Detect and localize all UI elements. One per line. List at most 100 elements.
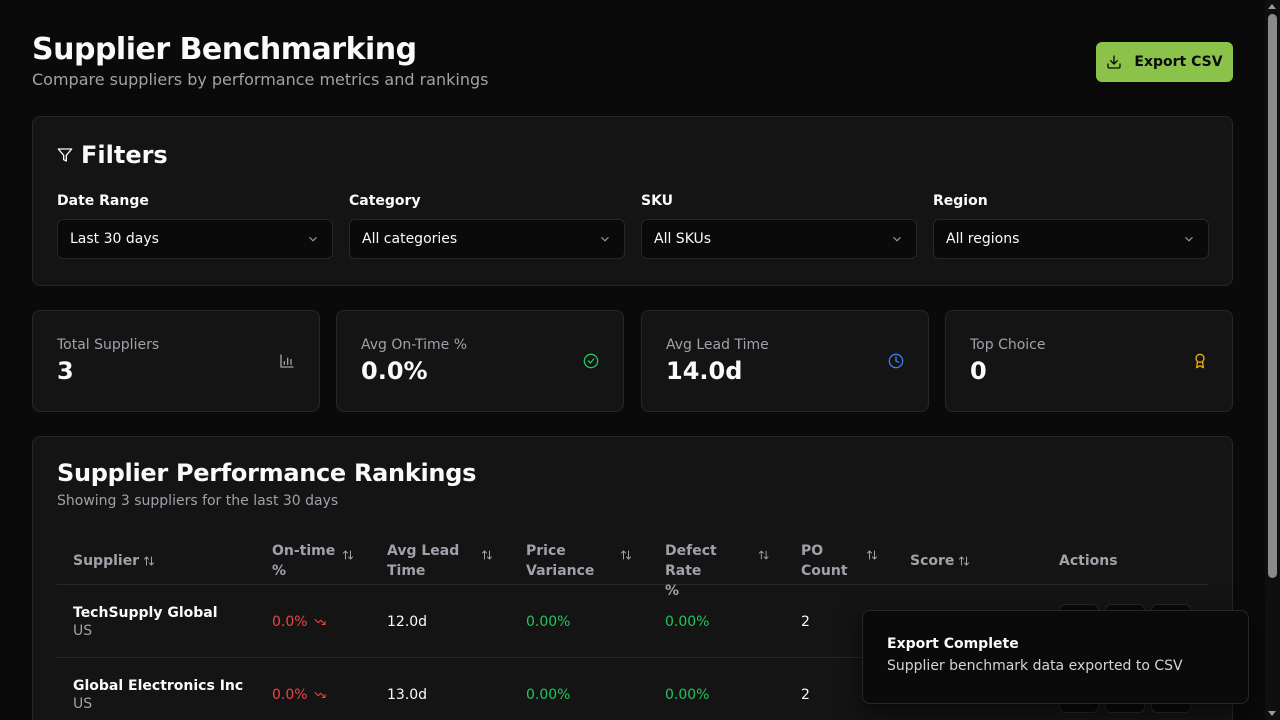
stat-value: 0.0% — [361, 357, 428, 385]
date-range-label: Date Range — [57, 193, 149, 209]
sort-icon — [867, 550, 877, 560]
chevron-down-icon — [309, 236, 317, 242]
check-circle-icon — [583, 353, 599, 369]
stat-card-avg-on-time: Avg On-Time % 0.0% — [336, 310, 624, 412]
sku-label: SKU — [641, 193, 674, 209]
download-icon — [1107, 55, 1122, 69]
column-lead-line2: Time — [387, 563, 426, 579]
stat-label: Top Choice — [970, 337, 1046, 353]
page-subtitle: Compare suppliers by performance metrics… — [32, 70, 489, 89]
column-supplier-label: Supplier — [73, 553, 140, 569]
stat-label: Total Suppliers — [57, 337, 160, 353]
trending-down-icon — [314, 691, 326, 698]
chevron-down-icon — [601, 236, 609, 242]
sort-icon — [343, 550, 353, 560]
sort-icon — [621, 550, 631, 560]
chevron-down-icon — [893, 236, 901, 242]
supplier-name: TechSupply Global — [73, 604, 218, 621]
stat-label: Avg Lead Time — [666, 337, 769, 353]
region-select[interactable]: All regions — [933, 219, 1209, 259]
column-supplier[interactable]: Supplier — [73, 551, 155, 571]
sku-select[interactable]: All SKUs — [641, 219, 917, 259]
column-po-line2: Count — [801, 563, 848, 579]
toast-title: Export Complete — [887, 636, 1019, 652]
category-select[interactable]: All categories — [349, 219, 625, 259]
po-count-cell: 2 — [801, 613, 810, 630]
category-label: Category — [349, 193, 421, 209]
column-po-count-label: PO Count — [801, 541, 848, 581]
page: Supplier Benchmarking Compare suppliers … — [0, 0, 1280, 720]
filter-icon — [57, 148, 73, 162]
date-range-select[interactable]: Last 30 days — [57, 219, 333, 259]
on-time-cell: 0.0% — [272, 658, 326, 720]
filters-title: Filters — [81, 141, 168, 169]
lead-time-cell: 12.0d — [387, 613, 428, 630]
page-header: Supplier Benchmarking Compare suppliers … — [32, 32, 1233, 92]
column-avg-lead-time[interactable]: Avg Lead Time — [387, 541, 493, 581]
column-actions: Actions — [1059, 551, 1118, 571]
scroll-down-arrow[interactable] — [1268, 711, 1276, 716]
scroll-thumb[interactable] — [1268, 14, 1277, 578]
scroll-up-arrow[interactable] — [1268, 4, 1276, 9]
po-count-cell: 2 — [801, 686, 810, 703]
filters-card: Filters Date Range Last 30 days Category… — [32, 116, 1233, 286]
on-time-value: 0.0% — [272, 686, 308, 703]
sort-icon — [144, 556, 155, 566]
region-value: All regions — [946, 231, 1020, 247]
sku-filter: SKU All SKUs — [641, 193, 917, 259]
on-time-cell: 0.0% — [272, 585, 326, 658]
supplier-region: US — [73, 622, 93, 639]
category-value: All categories — [362, 231, 458, 247]
price-variance-cell: 0.00% — [526, 686, 571, 703]
category-filter: Category All categories — [349, 193, 625, 259]
column-defect-line1: Defect Rate — [665, 543, 717, 579]
column-on-time-line1: On-time — [272, 543, 336, 559]
column-on-time-label: On-time% — [272, 541, 335, 581]
toast-description: Supplier benchmark data exported to CSV — [887, 658, 1183, 674]
stat-value: 3 — [57, 357, 74, 385]
sort-icon — [959, 556, 970, 566]
column-po-count[interactable]: PO Count — [801, 541, 878, 581]
sku-value: All SKUs — [654, 231, 712, 247]
date-range-filter: Date Range Last 30 days — [57, 193, 333, 259]
column-on-time[interactable]: On-time% — [272, 541, 354, 581]
trending-down-icon — [314, 618, 326, 625]
stat-card-avg-lead-time: Avg Lead Time 14.0d — [641, 310, 929, 412]
column-avg-lead-time-label: Avg Lead Time — [387, 541, 459, 581]
column-score-label: Score — [910, 553, 955, 569]
chevron-down-icon — [1185, 236, 1193, 242]
rankings-subtitle: Showing 3 suppliers for the last 30 days — [57, 493, 339, 509]
column-price-line2: Variance — [526, 563, 595, 579]
vertical-scrollbar[interactable] — [1265, 0, 1280, 720]
supplier-cell: TechSupply Global US — [73, 585, 218, 658]
bar-chart-icon — [280, 354, 294, 368]
column-price-variance-label: Price Variance — [526, 541, 594, 581]
supplier-cell: Global Electronics Inc US — [73, 658, 243, 720]
supplier-region: US — [73, 695, 93, 712]
sort-icon — [482, 550, 492, 560]
page-title: Supplier Benchmarking — [32, 32, 417, 67]
column-score[interactable]: Score — [910, 551, 970, 571]
defect-rate-cell: 0.00% — [665, 613, 710, 630]
toast-notification[interactable]: Export Complete Supplier benchmark data … — [862, 610, 1249, 704]
award-icon — [1195, 353, 1205, 369]
region-filter: Region All regions — [933, 193, 1209, 259]
sort-icon — [758, 550, 769, 560]
region-label: Region — [933, 193, 988, 209]
filters-heading: Filters — [57, 141, 168, 169]
stat-card-top-choice: Top Choice 0 — [945, 310, 1233, 412]
column-lead-line1: Avg Lead — [387, 543, 460, 559]
lead-time-cell: 13.0d — [387, 686, 428, 703]
column-on-time-line2: % — [272, 563, 287, 579]
price-variance-cell: 0.00% — [526, 613, 571, 630]
supplier-name: Global Electronics Inc — [73, 677, 244, 694]
clock-icon — [888, 353, 904, 369]
column-actions-label: Actions — [1059, 553, 1118, 569]
column-po-line1: PO — [801, 543, 824, 559]
export-csv-button[interactable]: Export CSV — [1096, 42, 1233, 82]
table-header: Supplier On-time% Avg Lead Time Price Vari… — [57, 537, 1208, 599]
export-csv-label: Export CSV — [1134, 54, 1223, 70]
column-price-line1: Price — [526, 543, 566, 559]
column-price-variance[interactable]: Price Variance — [526, 541, 632, 581]
rankings-title: Supplier Performance Rankings — [57, 459, 477, 487]
